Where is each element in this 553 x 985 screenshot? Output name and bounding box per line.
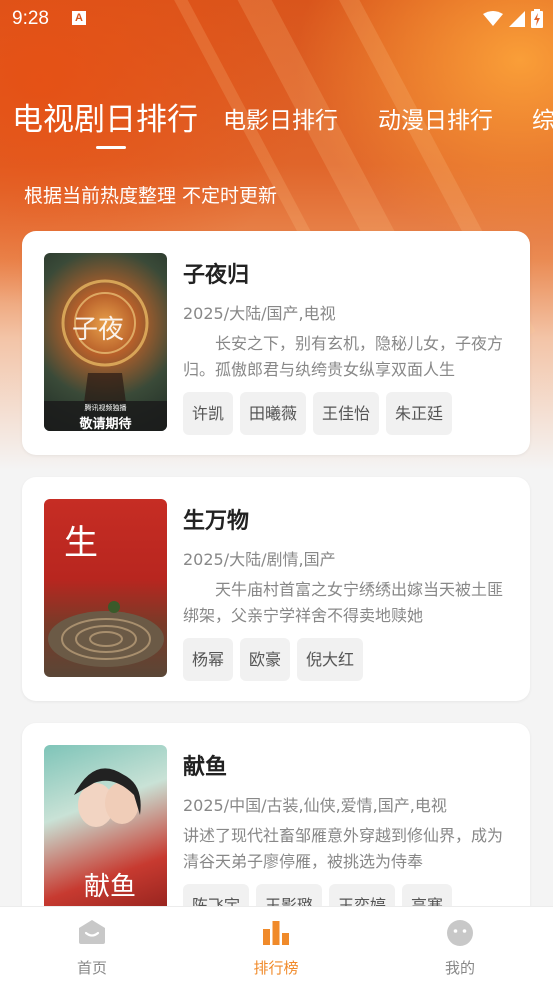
cast-tags: 许凯 田曦薇 王佳怡 朱正廷 [183, 392, 453, 435]
nav-ranking[interactable]: 排行榜 [216, 907, 336, 985]
poster-subtext: 腾讯视频独播 [84, 404, 127, 412]
ranking-tabs: 电视剧日排行 电影日排行 动漫日排行 综 [0, 92, 553, 142]
nav-home[interactable]: 首页 [32, 907, 152, 985]
poster-image: 生 [44, 499, 167, 677]
svg-text:子夜: 子夜 [72, 315, 124, 345]
cast-tag[interactable]: 田曦薇 [240, 392, 307, 435]
tab-tv-daily[interactable]: 电视剧日排行 [12, 94, 198, 139]
item-title: 献鱼 [183, 755, 228, 780]
item-meta: 2025/大陆/剧情,国产 [183, 550, 336, 569]
item-description: 天牛庙村首富之女宁绣绣出嫁当天被土匪绑架，父亲宁学祥舍不得卖地赎她 [183, 580, 503, 625]
tab-indicator [96, 146, 126, 149]
ranking-card[interactable]: 生 生万物 2025/大陆/剧情,国产 天牛庙村首富之女宁绣绣出嫁当天被土匪绑架… [22, 477, 530, 701]
nav-label: 排行榜 [253, 959, 299, 977]
cast-tags: 杨幂 欧豪 倪大红 [183, 638, 364, 681]
item-meta: 2025/中国/古装,仙侠,爱情,国产,电视 [183, 796, 447, 815]
tab-variety-daily[interactable]: 综 [532, 101, 553, 135]
nav-profile[interactable]: 我的 [400, 907, 520, 985]
nav-label: 我的 [444, 959, 475, 977]
svg-text:生: 生 [64, 523, 98, 563]
home-icon [79, 920, 105, 944]
cast-tag[interactable]: 欧豪 [240, 638, 291, 681]
cast-tag[interactable]: 王佳怡 [313, 392, 380, 435]
bar-chart-icon [263, 921, 289, 945]
signal-icon [509, 10, 525, 27]
item-title: 子夜归 [183, 263, 250, 288]
status-time: 9:28 [12, 8, 49, 29]
svg-text:献鱼: 献鱼 [84, 872, 136, 902]
poster-image: 献鱼 [44, 745, 167, 923]
battery-icon [531, 9, 543, 28]
notification-icon: A [72, 11, 86, 25]
poster-text: 敬请期待 [79, 417, 132, 431]
wifi-icon [483, 10, 503, 26]
bottom-navigation: 首页 排行榜 我的 [0, 906, 553, 985]
profile-icon [447, 920, 473, 946]
page-subtitle: 根据当前热度整理 不定时更新 [24, 185, 278, 207]
item-title: 生万物 [183, 509, 250, 534]
tab-movie-daily[interactable]: 电影日排行 [223, 101, 338, 135]
item-description: 讲述了现代社畜邹雁意外穿越到修仙界，成为清谷天弟子廖停雁，被挑选为侍奉 [183, 826, 503, 871]
ranking-card[interactable]: 子夜 腾讯视频独播 敬请期待 子夜归 2025/大陆/国产,电视 长安之下，别有… [22, 231, 530, 455]
status-icons [483, 9, 543, 28]
nav-label: 首页 [76, 959, 107, 977]
cast-tag[interactable]: 倪大红 [297, 638, 364, 681]
tab-anime-daily[interactable]: 动漫日排行 [378, 101, 493, 135]
status-bar: 9:28 A [0, 0, 553, 38]
poster-image: 子夜 腾讯视频独播 敬请期待 [44, 253, 167, 431]
item-meta: 2025/大陆/国产,电视 [183, 304, 336, 323]
cast-tag[interactable]: 许凯 [183, 392, 234, 435]
cast-tag[interactable]: 朱正廷 [386, 392, 453, 435]
cast-tag[interactable]: 杨幂 [183, 638, 234, 681]
item-description: 长安之下，别有玄机，隐秘儿女，子夜方归。孤傲郎君与纨绔贵女纵享双面人生 [183, 334, 503, 379]
